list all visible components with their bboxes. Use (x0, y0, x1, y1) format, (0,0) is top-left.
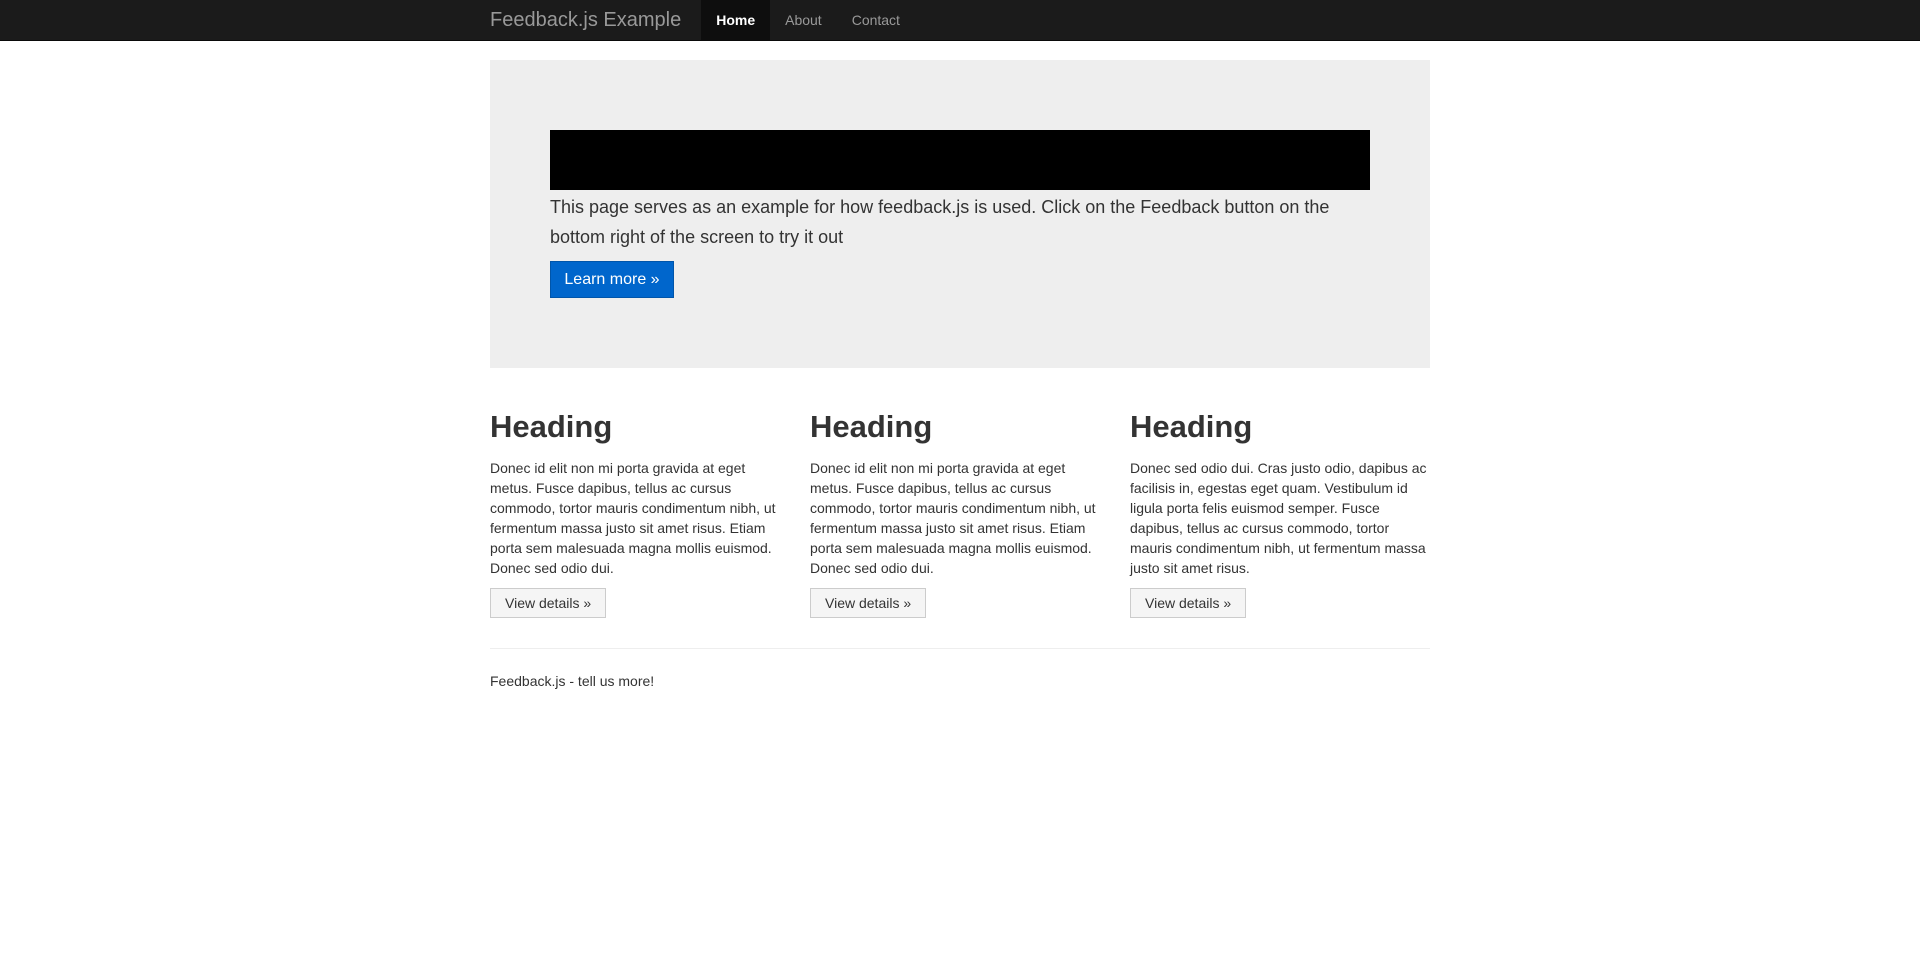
footer-text: Feedback.js - tell us more! (490, 673, 655, 689)
footer-divider (490, 648, 1430, 649)
learn-more-button[interactable]: Learn more » (550, 261, 674, 298)
column-text: Donec id elit non mi porta gravida at eg… (490, 460, 776, 576)
navbar-inner: Feedback.js Example Home About Contact (490, 0, 915, 40)
column-1: Heading Donec id elit non mi porta gravi… (490, 402, 790, 618)
redacted-hero-title (550, 130, 1370, 190)
column-text: Donec id elit non mi porta gravida at eg… (810, 460, 1096, 576)
hero-lead-text: This page serves as an example for how f… (550, 197, 1330, 247)
view-details-button[interactable]: View details » (490, 588, 607, 618)
hero-unit: This page serves as an example for how f… (490, 60, 1430, 368)
view-details-button[interactable]: View details » (810, 588, 927, 618)
column-heading: Heading (1130, 409, 1253, 444)
brand-link[interactable]: Feedback.js Example (490, 0, 701, 40)
column-text: Donec sed odio dui. Cras justo odio, dap… (1130, 460, 1427, 576)
column-heading: Heading (490, 409, 613, 444)
view-details-button[interactable]: View details » (1130, 588, 1247, 618)
column-2: Heading Donec id elit non mi porta gravi… (810, 402, 1110, 618)
top-navbar: Feedback.js Example Home About Contact (0, 0, 1920, 41)
column-heading: Heading (810, 409, 933, 444)
nav-item-home[interactable]: Home (701, 0, 771, 40)
main-nav: Home About Contact (701, 0, 915, 40)
content-row: Heading Donec id elit non mi porta gravi… (490, 402, 1430, 618)
column-3: Heading Donec sed odio dui. Cras justo o… (1130, 402, 1430, 618)
nav-item-contact[interactable]: Contact (837, 0, 915, 40)
nav-item-about[interactable]: About (770, 0, 837, 40)
